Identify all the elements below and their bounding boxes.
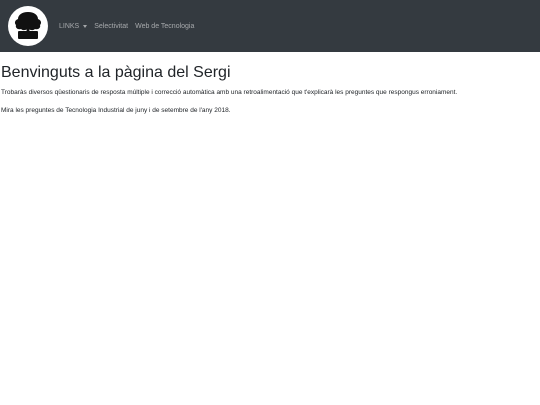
nav-link-label: LINKS (59, 22, 80, 30)
nav-links: LINKS Selectivitat Web de Tecnologia (59, 0, 201, 52)
nav-link-selectivitat[interactable]: Selectivitat (94, 23, 128, 30)
nav-link-links-dropdown[interactable]: LINKS (59, 22, 88, 30)
brand-logo[interactable] (8, 6, 48, 46)
intro-paragraph: Trobaràs diversos qüestionaris de respos… (1, 89, 458, 96)
main-content: Benvinguts a la pàgina del Sergi Trobarà… (0, 62, 540, 115)
nav-link-web-de-tecnologia[interactable]: Web de Tecnologia (135, 23, 194, 30)
tree-logo-icon (14, 12, 42, 39)
page-title: Benvinguts a la pàgina del Sergi (1, 64, 231, 81)
top-navbar: LINKS Selectivitat Web de Tecnologia (0, 0, 540, 52)
exam-info-paragraph: Mira les preguntes de Tecnologia Industr… (1, 107, 231, 114)
caret-down-icon (83, 24, 88, 28)
